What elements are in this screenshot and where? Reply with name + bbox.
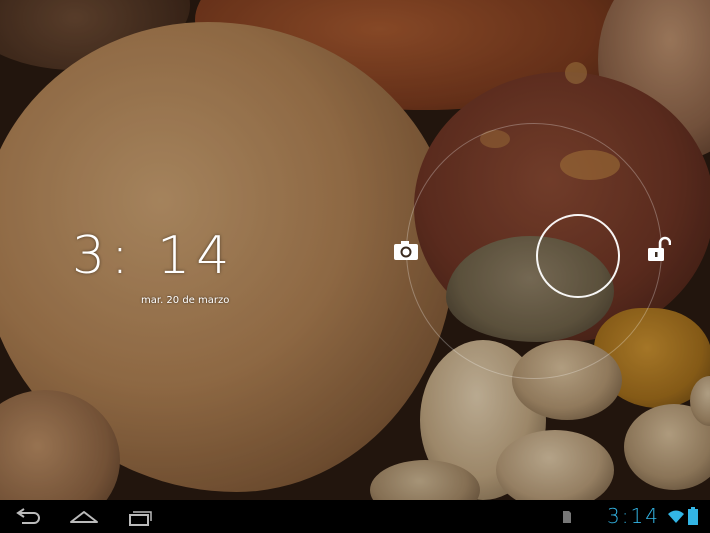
navigation-bar: 3:14: [0, 500, 710, 533]
battery-icon: [688, 507, 698, 525]
recent-apps-icon[interactable]: [120, 504, 160, 530]
sd-card-icon: [562, 509, 572, 523]
home-icon[interactable]: [64, 504, 104, 530]
unlock-ring: [406, 123, 662, 379]
lockscreen-date: mar. 20 de marzo: [141, 295, 230, 306]
camera-icon[interactable]: [391, 236, 421, 264]
back-icon[interactable]: [8, 504, 48, 530]
wifi-icon: [668, 509, 684, 523]
unlock-icon[interactable]: [645, 236, 672, 264]
lock-screen: 3: 14 mar. 20 de marzo 3:14: [0, 0, 710, 533]
status-bar-time: 3:14: [607, 504, 660, 528]
lockscreen-clock: 3: 14: [72, 226, 236, 286]
unlock-handle[interactable]: [536, 214, 620, 298]
